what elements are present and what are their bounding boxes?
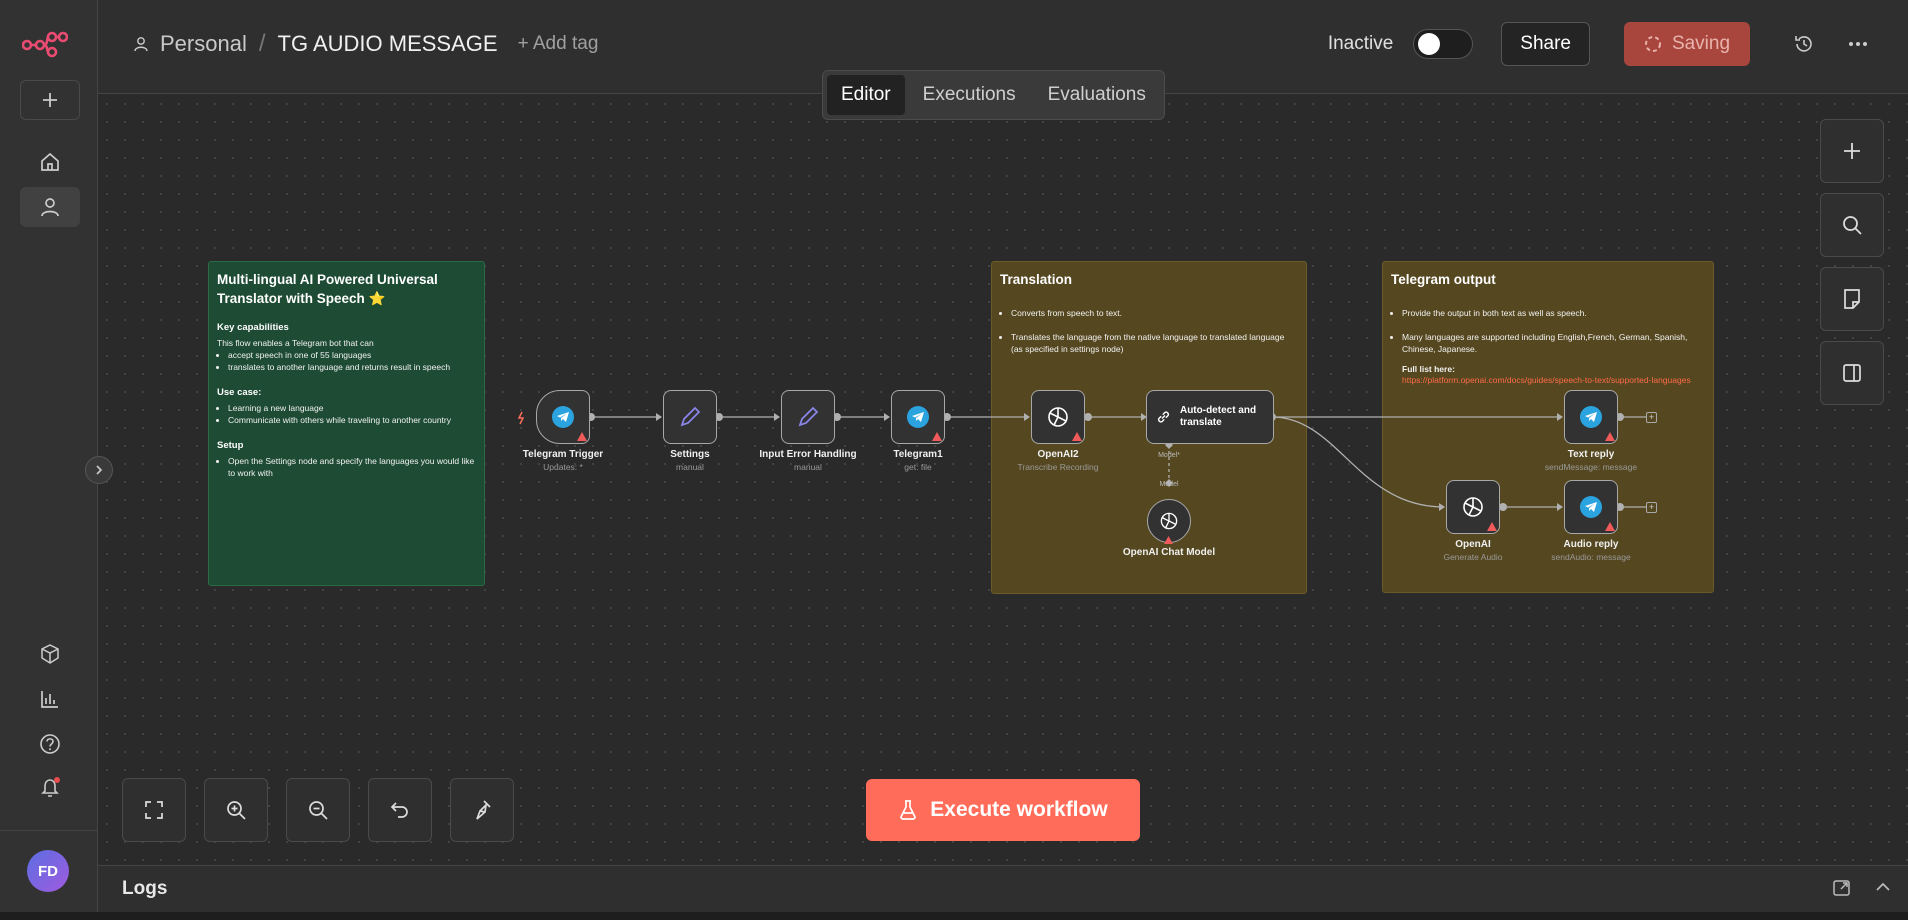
logs-panel[interactable]: Logs: [98, 865, 1908, 912]
breadcrumb-separator: /: [258, 30, 266, 57]
toggle-knob: [1418, 33, 1441, 55]
warning-icon: [1164, 536, 1173, 544]
saving-button[interactable]: Saving: [1624, 22, 1750, 66]
flask-icon: [900, 800, 917, 820]
share-button[interactable]: Share: [1501, 22, 1590, 66]
more-options-icon[interactable]: [1838, 24, 1878, 64]
node-subtitle: sendAudio: message: [1551, 552, 1631, 562]
node-subtitle: Transcribe Recording: [1017, 462, 1099, 472]
node-openai[interactable]: [1446, 480, 1500, 534]
model-port-label: Model*: [1158, 452, 1180, 459]
tidy-up-broom-icon[interactable]: [450, 778, 514, 842]
node-subtitle: get: file: [904, 462, 932, 472]
create-button[interactable]: [20, 80, 80, 120]
node-openai-chat-model[interactable]: [1147, 499, 1191, 544]
model-port-label: Model: [1159, 481, 1179, 488]
node-text-reply[interactable]: [1564, 390, 1618, 444]
help-icon[interactable]: [20, 724, 80, 764]
zoom-out-icon[interactable]: [286, 778, 350, 842]
warning-icon: [577, 432, 587, 441]
saving-label: Saving: [1671, 33, 1731, 54]
view-tabs: Editor Executions Evaluations: [822, 70, 1165, 120]
node-label: Telegram Trigger: [522, 449, 604, 460]
warning-icon: [1072, 432, 1082, 441]
templates-icon[interactable]: [20, 634, 80, 674]
zoom-in-icon[interactable]: [204, 778, 268, 842]
history-icon[interactable]: [1784, 24, 1824, 64]
openai-icon: [1160, 512, 1178, 530]
execute-workflow-button[interactable]: Execute workflow: [866, 779, 1140, 841]
n8n-logo-icon[interactable]: [21, 28, 69, 63]
node-input-error-handling[interactable]: [781, 390, 835, 444]
pencil-icon: [798, 406, 819, 427]
search-icon[interactable]: [1820, 193, 1884, 257]
openai-icon: [1463, 497, 1483, 517]
user-avatar[interactable]: FD: [27, 850, 69, 892]
chevron-up-icon[interactable]: [1874, 878, 1892, 896]
telegram-icon: [1580, 406, 1602, 428]
logs-title: Logs: [122, 878, 168, 899]
bottom-strip: [0, 912, 1908, 920]
telegram-icon: [1580, 496, 1602, 518]
undo-icon[interactable]: [368, 778, 432, 842]
sticky-note-icon[interactable]: [1820, 267, 1884, 331]
execute-label: Execute workflow: [930, 798, 1108, 821]
left-sidebar: FD: [0, 0, 98, 920]
avatar-initials: FD: [38, 862, 58, 880]
node-label: Text reply: [1567, 449, 1615, 460]
add-node-plus-icon[interactable]: [1820, 119, 1884, 183]
warning-icon: [1487, 522, 1497, 531]
logs-actions: [1832, 878, 1892, 898]
rail-divider: [0, 830, 98, 831]
node-audio-reply[interactable]: [1564, 480, 1618, 534]
personal-user-icon[interactable]: [20, 187, 80, 227]
add-node-button[interactable]: +: [1646, 412, 1657, 423]
node-subtitle: Updates: *: [543, 462, 583, 472]
pop-out-icon[interactable]: [1832, 878, 1852, 898]
node-label: Auto-detect and translate: [1179, 405, 1257, 428]
header-actions: Inactive Share Saving: [1328, 22, 1878, 66]
node-label: OpenAI Chat Model: [1122, 547, 1216, 558]
node-telegram1[interactable]: [891, 390, 945, 444]
app: FD Personal / TG AUDIO MESSAGE + Add tag…: [0, 0, 1908, 920]
insights-chart-icon[interactable]: [20, 679, 80, 719]
node-label: Telegram1: [893, 449, 943, 460]
active-status-label: Inactive: [1327, 33, 1394, 54]
node-openai2[interactable]: [1031, 390, 1085, 444]
canvas-zoom-tools: [122, 778, 514, 842]
sidebar-expand-chevron-icon[interactable]: [85, 456, 113, 484]
node-subtitle: sendMessage: message: [1544, 462, 1638, 472]
canvas-side-tools: [1820, 119, 1884, 415]
workflow-canvas[interactable]: Multi-lingual AI Powered Universal Trans…: [98, 95, 1908, 865]
warning-icon: [1605, 432, 1615, 441]
warning-icon: [932, 432, 942, 441]
breadcrumb-project[interactable]: Personal: [160, 31, 247, 57]
tab-editor[interactable]: Editor: [827, 75, 905, 115]
node-settings[interactable]: [663, 390, 717, 444]
workflow-title[interactable]: TG AUDIO MESSAGE: [278, 31, 498, 57]
add-tag-button[interactable]: + Add tag: [518, 33, 599, 55]
tab-executions[interactable]: Executions: [909, 75, 1030, 115]
pencil-icon: [680, 406, 701, 427]
node-telegram-trigger[interactable]: [536, 390, 590, 444]
notifications-bell-icon[interactable]: [20, 768, 80, 808]
telegram-icon: [907, 406, 929, 428]
warning-icon: [1605, 522, 1615, 531]
telegram-icon: [552, 406, 574, 428]
connections: [517, 411, 1646, 511]
node-label: Audio reply: [1563, 539, 1619, 550]
node-auto-detect-translate[interactable]: Auto-detect and translate: [1146, 390, 1274, 444]
panel-toggle-icon[interactable]: [1820, 341, 1884, 405]
openai-icon: [1048, 407, 1068, 427]
spinner-icon: [1644, 36, 1661, 52]
chain-link-icon: [1157, 411, 1170, 423]
add-node-button[interactable]: +: [1646, 502, 1657, 513]
tab-evaluations[interactable]: Evaluations: [1034, 75, 1160, 115]
active-toggle[interactable]: [1413, 29, 1474, 59]
fit-view-icon[interactable]: [122, 778, 186, 842]
project-user-icon: [134, 37, 148, 52]
home-icon[interactable]: [20, 142, 80, 182]
breadcrumb: Personal / TG AUDIO MESSAGE + Add tag: [134, 30, 598, 58]
